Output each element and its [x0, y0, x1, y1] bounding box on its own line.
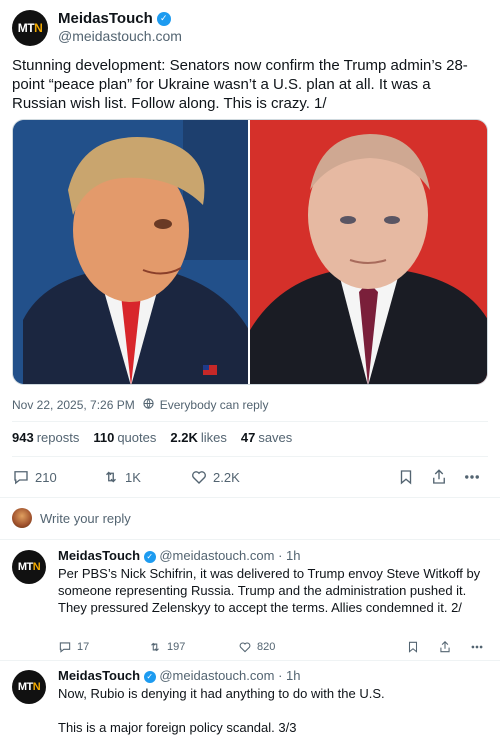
post-media[interactable]: [12, 119, 488, 385]
globe-icon: [143, 398, 154, 412]
divider: [12, 456, 488, 457]
verified-badge-icon: ✓: [143, 670, 156, 683]
post-stats: 943 reposts 110 quotes 2.2K likes 47 saves: [12, 430, 292, 445]
share-button[interactable]: [430, 468, 448, 486]
divider: [0, 539, 500, 540]
reply-icon: [59, 642, 71, 653]
portrait-left-illustration: [13, 120, 248, 384]
reply-icon: [14, 471, 28, 485]
reply-time: · 1h: [278, 668, 301, 683]
like-button[interactable]: 2.2K: [190, 468, 240, 486]
saves-stat[interactable]: 47 saves: [241, 430, 292, 445]
repost-count: 197: [167, 641, 186, 653]
reply-composer[interactable]: Write your reply: [12, 508, 131, 528]
reply-author-name[interactable]: MeidasTouch: [58, 668, 140, 683]
author-handle[interactable]: @meidastouch.com: [58, 28, 182, 44]
bookmark-icon: [408, 641, 418, 653]
like-button[interactable]: 820: [238, 640, 275, 654]
photo-right[interactable]: [250, 120, 487, 384]
more-button[interactable]: [463, 468, 481, 486]
post-meta: Nov 22, 2025, 7:26 PM Everybody can repl…: [12, 398, 268, 412]
post-text: Stunning development: Senators now confi…: [12, 57, 468, 112]
bookmark-button[interactable]: [397, 468, 415, 486]
reply-text: Per PBS’s Nick Schifrin, it was delivere…: [58, 566, 481, 615]
divider: [0, 660, 500, 661]
more-icon: [471, 645, 483, 649]
reply-button[interactable]: 210: [12, 468, 57, 486]
verified-badge-icon: ✓: [156, 11, 171, 26]
reply-author-handle[interactable]: @meidastouch.com: [159, 548, 274, 563]
reply-actions: 17 197 820: [58, 640, 488, 656]
divider: [0, 497, 500, 498]
portrait-right-illustration: [250, 120, 487, 384]
more-button[interactable]: [470, 640, 484, 654]
reply-text-line: This is a major foreign policy scandal. …: [58, 720, 297, 735]
like-count: 2.2K: [213, 469, 240, 485]
reposts-stat[interactable]: 943 reposts: [12, 430, 79, 445]
repost-button[interactable]: 1K: [102, 468, 141, 486]
repost-button[interactable]: 197: [148, 640, 185, 654]
post-timestamp[interactable]: Nov 22, 2025, 7:26 PM: [12, 398, 135, 412]
repost-icon: [151, 642, 159, 652]
like-count: 820: [257, 641, 276, 653]
reply-avatar[interactable]: MTN: [12, 550, 46, 584]
bookmark-icon: [400, 470, 412, 485]
reply-header: MeidasTouch ✓ @meidastouch.com · 1h: [58, 548, 300, 563]
thread-reply[interactable]: MTN MeidasTouch ✓ @meidastouch.com · 1h …: [12, 548, 488, 658]
avatar-text-accent: N: [34, 21, 43, 35]
share-icon: [433, 469, 445, 484]
reply-header: MeidasTouch ✓ @meidastouch.com · 1h: [58, 668, 300, 683]
post-actions: 210 1K 2.2K: [12, 466, 488, 488]
reply-author-handle[interactable]: @meidastouch.com: [159, 668, 274, 683]
repost-icon: [106, 471, 116, 483]
share-icon: [440, 641, 450, 653]
repost-count: 1K: [125, 469, 141, 485]
bookmark-button[interactable]: [406, 640, 420, 654]
heart-icon: [239, 642, 251, 653]
reply-placeholder[interactable]: Write your reply: [40, 511, 131, 526]
reply-button[interactable]: 17: [58, 640, 89, 654]
reply-count: 17: [77, 641, 90, 653]
reply-time: · 1h: [278, 548, 301, 563]
verified-badge-icon: ✓: [143, 550, 156, 563]
reply-audience[interactable]: Everybody can reply: [160, 398, 269, 412]
author-name-row: MeidasTouch ✓: [58, 10, 171, 27]
photo-left[interactable]: [13, 120, 250, 384]
reply-text: Now, Rubio is denying it had anything to…: [58, 685, 488, 736]
quotes-stat[interactable]: 110 quotes: [93, 430, 156, 445]
reply-text-line: Now, Rubio is denying it had anything to…: [58, 686, 385, 701]
reply-author-name[interactable]: MeidasTouch: [58, 548, 140, 563]
likes-stat[interactable]: 2.2K likes: [170, 430, 226, 445]
heart-icon: [192, 471, 206, 484]
reply-avatar[interactable]: MTN: [12, 670, 46, 704]
author-name[interactable]: MeidasTouch: [58, 10, 153, 27]
author-avatar[interactable]: MTN: [12, 10, 48, 46]
divider: [12, 421, 488, 422]
share-button[interactable]: [438, 640, 452, 654]
thread-reply[interactable]: MTN MeidasTouch ✓ @meidastouch.com · 1h …: [12, 668, 488, 738]
more-icon: [465, 475, 479, 479]
reply-count: 210: [35, 469, 57, 485]
avatar-text: MT: [17, 21, 35, 35]
user-avatar: [12, 508, 32, 528]
